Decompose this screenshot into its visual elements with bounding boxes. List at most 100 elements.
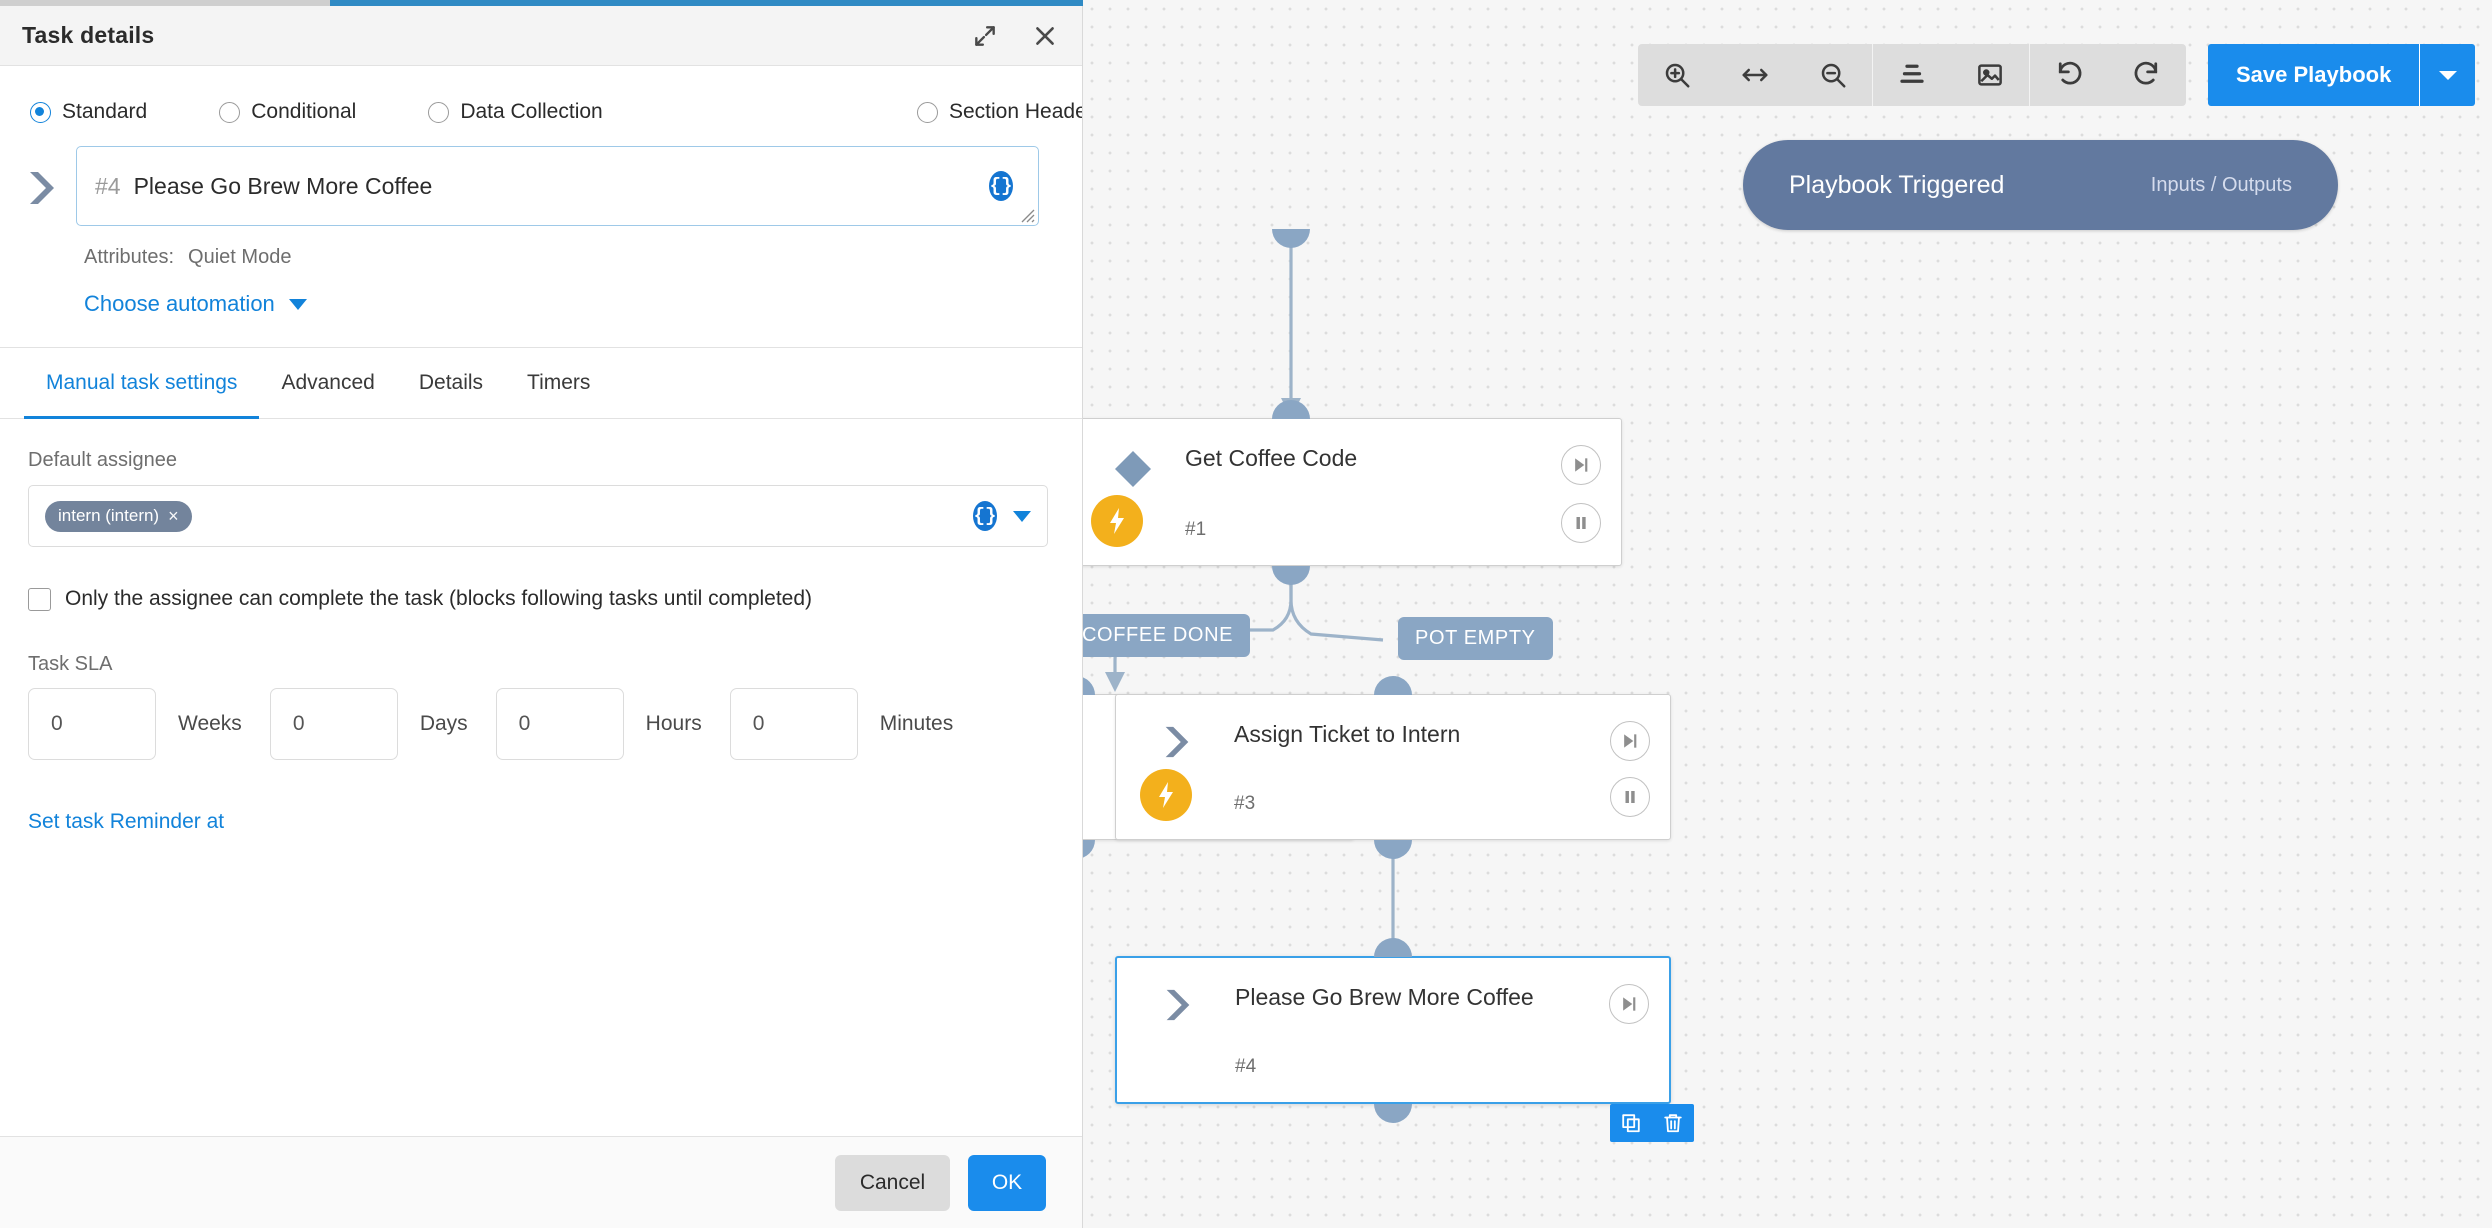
tab-details[interactable]: Details (397, 347, 505, 419)
page-title: Task details (22, 22, 155, 48)
task-sla-label: Task SLA (28, 653, 113, 675)
tab-advanced[interactable]: Advanced (259, 347, 396, 419)
radio-section-header[interactable]: Section Header (917, 100, 1082, 124)
tab-manual-task-settings[interactable]: Manual task settings (24, 347, 260, 419)
sla-weeks-unit: Weeks (178, 712, 242, 735)
radio-label: Standard (62, 100, 148, 123)
default-assignee-input[interactable]: intern (intern) × {} (28, 485, 1048, 547)
task-sla-row: 0 Weeks 0 Days 0 Hours 0 Minutes (28, 688, 1054, 760)
task-name-input[interactable]: #4 Please Go Brew More Coffee {} (76, 146, 1039, 226)
trigger-inputs-outputs[interactable]: Inputs / Outputs (2151, 174, 2292, 197)
playbook-canvas[interactable]: Save Playbook Playbook Triggered Inputs … (1083, 0, 2492, 1228)
choose-automation-label: Choose automation (84, 291, 275, 316)
task-name-row: #4 Please Go Brew More Coffee {} (0, 124, 1082, 226)
automation-bolt-icon (1140, 769, 1192, 821)
only-assignee-label: Only the assignee can complete the task … (65, 587, 813, 610)
node-title: Assign Ticket to Intern (1234, 721, 1461, 747)
node-assign-ticket-to-intern[interactable]: Assign Ticket to Intern #3 (1115, 694, 1671, 840)
radio-data-collection[interactable]: Data Collection (428, 100, 603, 124)
sla-weeks-input[interactable]: 0 (28, 688, 156, 760)
sla-minutes-unit: Minutes (879, 712, 954, 735)
pause-icon[interactable] (1610, 777, 1650, 817)
skip-forward-icon[interactable] (1610, 721, 1650, 761)
only-assignee-checkbox-row[interactable]: Only the assignee can complete the task … (28, 587, 1054, 611)
close-icon[interactable]: × (168, 506, 179, 527)
node-selected-actions (1610, 1104, 1694, 1142)
image-export-icon[interactable] (1951, 44, 2029, 106)
assignee-chip[interactable]: intern (intern) × (45, 500, 192, 532)
chevron-icon (1161, 986, 1195, 1024)
task-number: #4 (95, 172, 121, 199)
default-assignee-label: Default assignee (28, 449, 177, 471)
automation-bolt-icon (1091, 495, 1143, 547)
radio-dot (428, 101, 450, 123)
tab-timers[interactable]: Timers (505, 347, 612, 419)
playbook-triggered-node[interactable]: Playbook Triggered Inputs / Outputs (1743, 140, 2338, 230)
radio-label: Conditional (251, 100, 357, 123)
only-assignee-checkbox[interactable] (28, 587, 51, 611)
redo-icon[interactable] (2108, 44, 2186, 106)
save-playbook-group: Save Playbook (2208, 44, 2476, 106)
task-chevron-icon (24, 146, 64, 208)
duplicate-icon[interactable] (1610, 1104, 1652, 1142)
node-please-go-brew-more-coffee[interactable]: Please Go Brew More Coffee #4 (1115, 956, 1671, 1104)
node-title: Please Go Brew More Coffee (1235, 984, 1534, 1010)
undo-icon[interactable] (2030, 44, 2108, 106)
sla-hours-unit: Hours (645, 712, 702, 735)
sla-days-input[interactable]: 0 (269, 688, 398, 760)
radio-label: Section Header (949, 100, 1082, 123)
chevron-down-icon (288, 298, 307, 310)
radio-dot (219, 101, 241, 123)
variable-token-icon[interactable]: {} (989, 171, 1013, 201)
dialog-tabs: Manual task settings Advanced Details Ti… (0, 347, 1082, 419)
task-details-dialog: Task details Standard Conditional Data C… (0, 0, 1083, 1228)
dialog-footer: Cancel OK (0, 1136, 1082, 1228)
task-type-radio-group: Standard Conditional Data Collection Sec… (0, 66, 1082, 124)
set-task-reminder-link[interactable]: Set task Reminder at (28, 810, 1054, 834)
manual-task-settings-panel: Default assignee intern (intern) × {} On… (0, 419, 1082, 834)
zoom-group (1638, 44, 1872, 106)
branch-label-pot-empty[interactable]: POT EMPTY (1398, 617, 1553, 660)
chevron-down-icon[interactable] (1013, 510, 1031, 522)
task-name-value: Please Go Brew More Coffee (133, 172, 433, 199)
save-playbook-button[interactable]: Save Playbook (2208, 44, 2420, 106)
zoom-out-icon[interactable] (1794, 44, 1872, 106)
zoom-in-icon[interactable] (1638, 44, 1716, 106)
skip-forward-icon[interactable] (1609, 984, 1649, 1024)
history-group (2030, 44, 2186, 106)
arrowhead (1105, 672, 1125, 692)
radio-label: Data Collection (460, 100, 603, 123)
attributes-row: Attributes: Quiet Mode (0, 226, 1082, 269)
node-number: #3 (1234, 793, 1256, 814)
branch-label-coffee-done[interactable]: COFFEE DONE (1083, 614, 1251, 657)
assignee-chip-label: intern (intern) (58, 506, 160, 525)
sla-hours-input[interactable]: 0 (495, 688, 624, 760)
fit-width-icon[interactable] (1716, 44, 1794, 106)
diamond-icon (1111, 447, 1155, 491)
radio-conditional[interactable]: Conditional (219, 100, 356, 124)
delete-icon[interactable] (1652, 1104, 1694, 1142)
close-icon[interactable] (1030, 21, 1060, 51)
sla-minutes-input[interactable]: 0 (729, 688, 858, 760)
choose-automation-dropdown[interactable]: Choose automation (0, 269, 1082, 317)
attributes-value: Quiet Mode (188, 246, 292, 268)
attributes-label: Attributes: (84, 246, 175, 268)
ok-button[interactable]: OK (968, 1154, 1046, 1211)
expand-icon[interactable] (970, 21, 1000, 51)
pause-icon[interactable] (1561, 503, 1601, 543)
variable-token-icon[interactable]: {} (973, 501, 997, 531)
radio-dot (917, 101, 938, 123)
node-title: Get Coffee Code (1185, 445, 1358, 471)
save-playbook-dropdown-icon[interactable] (2419, 44, 2476, 106)
canvas-toolbar (1638, 44, 2186, 106)
cancel-button[interactable]: Cancel (835, 1154, 950, 1211)
chevron-icon (1160, 723, 1194, 761)
dialog-header-actions (970, 21, 1060, 51)
assignee-actions: {} (973, 501, 1031, 531)
skip-forward-icon[interactable] (1561, 445, 1601, 485)
align-icon[interactable] (1873, 44, 1951, 106)
trigger-title: Playbook Triggered (1789, 170, 2005, 199)
radio-standard[interactable]: Standard (30, 100, 147, 124)
node-get-coffee-code[interactable]: Get Coffee Code #1 (1083, 418, 1622, 566)
resize-handle[interactable] (1017, 205, 1035, 223)
